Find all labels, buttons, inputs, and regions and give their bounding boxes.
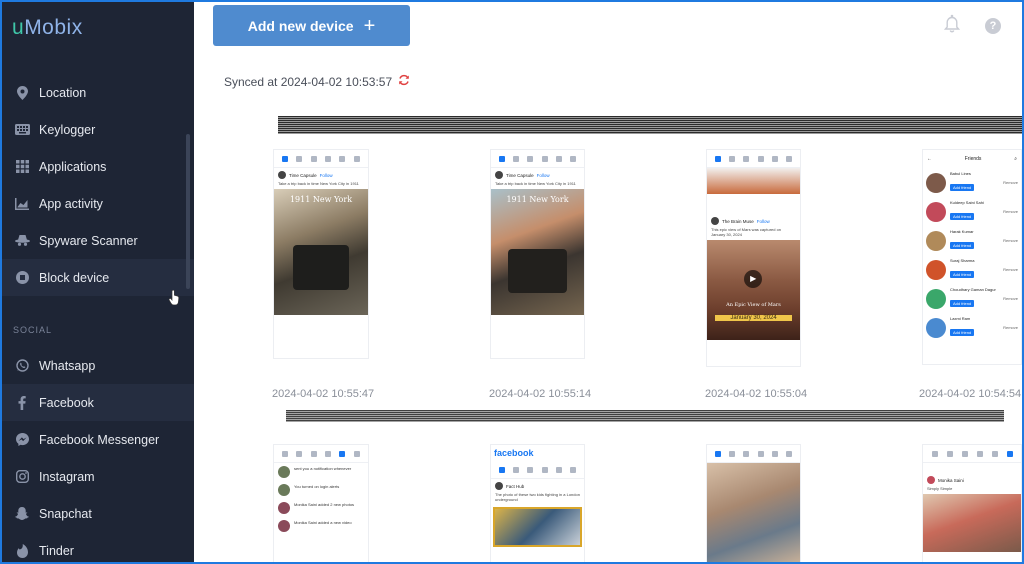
facebook-logo: facebook — [494, 448, 534, 458]
friend-row: Harak Kumar Add friend Remove — [923, 226, 1021, 255]
previous-post-image — [707, 168, 800, 194]
grid-icon — [14, 159, 30, 175]
mouse-cursor-icon — [168, 289, 180, 308]
sidebar-item-applications[interactable]: Applications — [2, 148, 194, 185]
friend-row: Babul Lines Add friend Remove — [923, 168, 1021, 197]
block-icon — [14, 270, 30, 286]
sidebar-item-keylogger[interactable]: Keylogger — [2, 111, 194, 148]
post-photo: 1911 New York — [274, 188, 368, 315]
sidebar: uMobix Location Keylogger Applications A… — [2, 2, 194, 562]
post-caption: This epic view of Mars was captured on J… — [711, 227, 782, 237]
post-caption: Take a trip back in time New York City i… — [278, 181, 359, 186]
friends-header: ← Friends ⌕ — [927, 156, 1017, 162]
chart-icon — [14, 196, 30, 212]
play-icon[interactable]: ▶ — [744, 269, 763, 288]
snapchat-icon — [14, 506, 30, 522]
screenshot-thumbnail[interactable]: sent you a notification whenever You tur… — [273, 444, 369, 562]
avatar — [495, 171, 503, 179]
post-photo — [707, 463, 800, 562]
messenger-icon — [14, 432, 30, 448]
notification-row: You turned on login alerts — [274, 481, 368, 499]
post-header: Time Capsule Follow — [274, 168, 368, 182]
sidebar-item-instagram[interactable]: Instagram — [2, 458, 194, 495]
screenshot-timestamp: 2024-04-02 10:54:54 — [919, 388, 1022, 400]
spy-hat-icon — [14, 233, 30, 249]
screenshot-thumbnail[interactable]: facebook Fact Hub The photo of these two… — [490, 444, 585, 562]
section-label-social: SOCIAL — [13, 325, 53, 335]
tinder-flame-icon — [14, 543, 30, 559]
post-header: Time Capsule Follow — [491, 168, 584, 182]
screenshot-timestamp: 2024-04-02 10:55:14 — [489, 388, 592, 400]
avatar — [927, 476, 935, 484]
screenshot-timestamp: 2024-04-02 10:55:04 — [705, 388, 808, 400]
app-window: uMobix Location Keylogger Applications A… — [0, 0, 1024, 564]
sidebar-item-app-activity[interactable]: App activity — [2, 185, 194, 222]
help-icon[interactable]: ? — [985, 18, 1001, 34]
sidebar-item-block-device[interactable]: Block device — [2, 259, 194, 296]
sidebar-item-whatsapp[interactable]: Whatsapp — [2, 347, 194, 384]
facebook-icon — [14, 395, 30, 411]
search-icon[interactable]: ⌕ — [1014, 156, 1017, 162]
fb-tab-bar — [707, 150, 800, 168]
post-header: The Brain Muse Follow — [707, 214, 800, 228]
back-arrow-icon[interactable]: ← — [927, 156, 932, 162]
post-photo: 1911 New York — [491, 188, 584, 315]
sidebar-item-tinder[interactable]: Tinder — [2, 532, 194, 562]
post-caption: Take a trip back in time New York City i… — [495, 181, 576, 186]
fb-tab-bar — [923, 445, 1021, 463]
friend-row: Laxmi Ram Add friend Remove — [923, 313, 1021, 342]
add-new-device-button[interactable]: Add new device + — [213, 5, 410, 46]
post-photo — [493, 506, 582, 547]
post-header: Fact Hub — [491, 479, 584, 493]
avatar — [495, 482, 503, 490]
screenshot-thumbnail[interactable] — [706, 444, 801, 562]
sidebar-item-facebook[interactable]: Facebook — [2, 384, 194, 421]
notification-row: Monika Saini added 2 new photos — [274, 499, 368, 517]
screenshot-thumbnail[interactable]: Time Capsule Follow Take a trip back in t… — [273, 149, 369, 359]
post-video: ▶ An Epic View of Mars January 30, 2024 — [707, 239, 800, 340]
refresh-icon[interactable] — [398, 74, 410, 89]
fb-tab-bar — [707, 445, 800, 463]
scroll-artifact-divider — [286, 410, 1004, 422]
sidebar-item-location[interactable]: Location — [2, 74, 194, 111]
avatar — [711, 217, 719, 225]
screenshot-timestamp: 2024-04-02 10:55:47 — [272, 388, 375, 400]
whatsapp-icon — [14, 358, 30, 374]
notification-bell-icon[interactable] — [943, 14, 962, 36]
sidebar-item-facebook-messenger[interactable]: Facebook Messenger — [2, 421, 194, 458]
screenshot-thumbnail[interactable]: The Brain Muse Follow This epic view of M… — [706, 149, 801, 367]
friend-row: Choudhary Gaman Dagur Add friend Remove — [923, 284, 1021, 313]
instagram-icon — [14, 469, 30, 485]
notification-row: Monika Saini added a new video — [274, 517, 368, 535]
fb-tab-bar — [274, 150, 368, 168]
notification-row: sent you a notification whenever — [274, 463, 368, 481]
fb-tab-bar — [491, 150, 584, 168]
post-header: Monika Saini — [923, 473, 1021, 487]
post-caption: The photo of these two kids fighting in … — [495, 492, 580, 502]
friend-row: Kuldeep Saini Sahi Add friend Remove — [923, 197, 1021, 226]
scroll-artifact-divider — [278, 116, 1022, 134]
screenshot-thumbnail[interactable]: Time Capsule Follow Take a trip back in t… — [490, 149, 585, 359]
fb-tab-bar — [491, 461, 584, 479]
fb-tab-bar — [274, 445, 368, 463]
keyboard-icon — [14, 122, 30, 138]
sidebar-item-spyware-scanner[interactable]: Spyware Scanner — [2, 222, 194, 259]
screenshot-thumbnail[interactable]: ← Friends ⌕ Babul Lines Add friend Remove Ku… — [922, 149, 1022, 365]
post-photo — [923, 493, 1021, 552]
sync-status: Synced at 2024-04-02 10:53:57 — [224, 74, 410, 89]
post-caption: Simply Simple — [927, 486, 953, 491]
sidebar-scrollbar[interactable] — [186, 134, 190, 289]
location-pin-icon — [14, 85, 30, 101]
screenshot-thumbnail[interactable]: Monika Saini Simply Simple — [922, 444, 1022, 562]
friend-row: Suraj Sharma Add friend Remove — [923, 255, 1021, 284]
plus-icon: + — [363, 14, 376, 37]
app-logo[interactable]: uMobix — [12, 16, 83, 40]
avatar — [278, 171, 286, 179]
sidebar-item-snapchat[interactable]: Snapchat — [2, 495, 194, 532]
